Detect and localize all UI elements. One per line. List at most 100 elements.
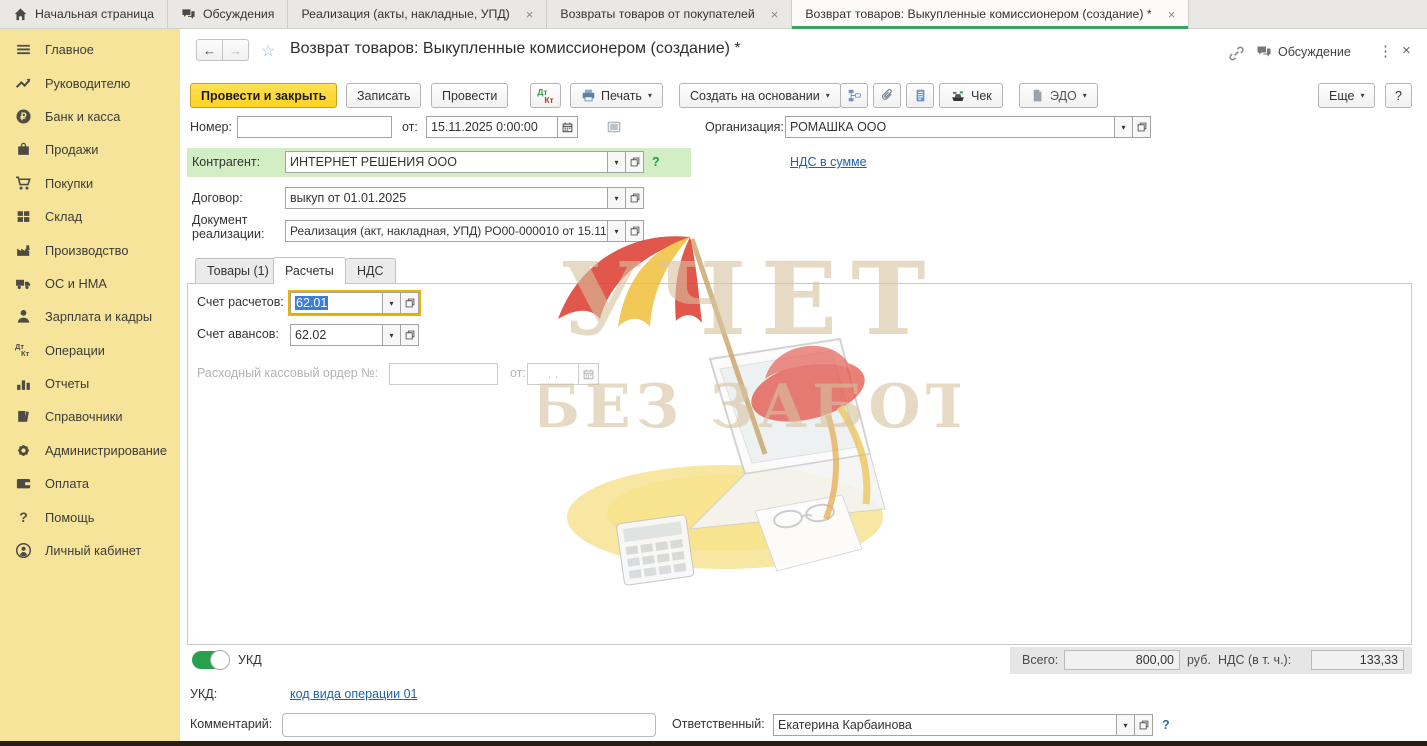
settlement-account-field[interactable]: 62.01 ▾ [290,292,419,314]
responsible-field[interactable]: Екатерина Карбаинова ▾ [773,714,1153,736]
chevron-down-icon[interactable]: ▾ [383,324,401,346]
sidebar-item-label: Справочники [45,409,123,424]
sidebar-item-salary-hr[interactable]: Зарплата и кадры [0,300,180,333]
calendar-icon[interactable] [558,116,578,138]
related-documents-button[interactable] [840,83,868,108]
total-label: Всего: [1022,649,1058,671]
chevron-down-icon: ▾ [826,91,830,100]
sidebar-item-os-nma[interactable]: ОС и НМА [0,267,180,300]
tab-label: Возвраты товаров от покупателей [560,7,754,21]
home-icon [13,7,28,22]
tab-vat[interactable]: НДС [345,258,396,283]
sidebar-item-label: Склад [45,209,82,224]
check-button[interactable]: Чек [939,83,1003,108]
open-icon[interactable] [1135,714,1153,736]
create-based-on-button[interactable]: Создать на основании▾ [679,83,841,108]
sidebar-item-reports[interactable]: Отчеты [0,367,180,400]
tab-realization[interactable]: Реализация (акты, накладные, УПД) × [288,0,547,28]
chevron-down-icon[interactable]: ▾ [608,151,626,173]
sidebar-item-manager[interactable]: Руководителю [0,66,180,99]
bag-icon [15,141,32,158]
print-button[interactable]: Печать▾ [570,83,663,108]
sidebar-item-label: Производство [45,243,128,258]
chevron-down-icon[interactable]: ▾ [1117,714,1135,736]
sidebar-item-purchases[interactable]: Покупки [0,167,180,200]
window-tab-bar: Начальная страница Обсуждения Реализация… [0,0,1427,29]
tab-return-document[interactable]: Возврат товаров: Выкупленные комиссионер… [792,0,1189,28]
vat-mode-link[interactable]: НДС в сумме [790,155,867,169]
favorite-star-icon[interactable]: ☆ [261,41,275,61]
organization-field[interactable]: РОМАШКА ООО ▾ [785,116,1151,138]
sidebar-item-label: Отчеты [45,376,89,391]
chevron-down-icon[interactable]: ▾ [608,187,626,209]
tab-goods[interactable]: Товары (1) [195,258,281,283]
wallet-icon [15,475,32,492]
attachments-button[interactable] [873,83,901,108]
sidebar-item-warehouse[interactable]: Склад [0,200,180,233]
sidebar-item-payment[interactable]: Оплата [0,467,180,500]
ukd-toggle[interactable] [192,651,228,669]
open-icon[interactable] [1133,116,1151,138]
register-button[interactable] [906,83,934,108]
advance-account-field[interactable]: 62.02 ▾ [290,324,419,346]
sidebar-item-label: Главное [45,42,94,57]
calendar-icon [579,363,599,385]
sidebar-item-personal-account[interactable]: Личный кабинет [0,534,180,567]
counterparty-field[interactable]: ИНТЕРНЕТ РЕШЕНИЯ ООО ▾ [285,151,644,173]
open-icon[interactable] [401,292,419,314]
number-field[interactable] [237,116,392,138]
kebab-menu-icon[interactable]: ⋮ [1378,42,1393,60]
settlement-account-label: Счет расчетов: [197,291,284,313]
tab-label: Возврат товаров: Выкупленные комиссионер… [805,7,1151,21]
sidebar-item-main[interactable]: Главное [0,33,180,66]
ukd-label: УКД: [190,683,217,705]
responsible-hint-icon[interactable]: ? [1162,714,1170,736]
save-button[interactable]: Записать [346,83,421,108]
counterparty-label: Контрагент: [192,148,260,177]
list-select-icon[interactable] [605,119,623,135]
edo-button[interactable]: ЭДО▾ [1019,83,1098,108]
tab-home[interactable]: Начальная страница [0,0,168,28]
forward-button[interactable]: → [222,39,249,61]
toggle-knob [210,650,230,670]
close-icon[interactable]: × [1402,42,1411,59]
tab-close-icon[interactable]: × [771,7,779,22]
tab-discussions[interactable]: Обсуждения [168,0,288,28]
dtkt-postings-button[interactable]: ДтКт [530,83,561,108]
realization-doc-label: Документ реализации: [192,213,264,241]
comment-field[interactable] [282,713,656,737]
discussion-label: Обсуждение [1278,45,1351,59]
operation-code-link[interactable]: код вида операции 01 [290,687,417,701]
realization-doc-field[interactable]: Реализация (акт, накладная, УПД) РО00-00… [285,220,644,242]
post-and-close-button[interactable]: Провести и закрыть [190,83,337,108]
sidebar-item-bank-cash[interactable]: Банк и касса [0,100,180,133]
post-button[interactable]: Провести [431,83,508,108]
open-icon[interactable] [401,324,419,346]
sidebar-item-administration[interactable]: Администрирование [0,434,180,467]
open-icon[interactable] [626,151,644,173]
chevron-down-icon[interactable]: ▾ [383,292,401,314]
tab-close-icon[interactable]: × [526,7,534,22]
sidebar-item-production[interactable]: Производство [0,233,180,266]
tab-close-icon[interactable]: × [1168,7,1176,22]
back-button[interactable]: ← [196,39,223,61]
help-button[interactable]: ? [1385,83,1412,108]
sidebar-item-sales[interactable]: Продажи [0,133,180,166]
open-icon[interactable] [626,220,644,242]
sidebar-item-help[interactable]: ?Помощь [0,500,180,533]
more-button[interactable]: Еще▾ [1318,83,1375,108]
link-icon[interactable] [1228,45,1245,62]
open-icon[interactable] [626,187,644,209]
chevron-down-icon[interactable]: ▾ [608,220,626,242]
cash-order-label: Расходный кассовый ордер №: [197,362,378,384]
discussion-button[interactable]: Обсуждение [1256,44,1351,60]
tab-returns-list[interactable]: Возвраты товаров от покупателей × [547,0,792,28]
chevron-down-icon[interactable]: ▾ [1115,116,1133,138]
counterparty-hint-icon[interactable]: ? [652,151,660,173]
person-icon [15,308,32,325]
date-field[interactable]: 15.11.2025 0:00:00 [426,116,578,138]
contract-field[interactable]: выкуп от 01.01.2025 ▾ [285,187,644,209]
sidebar-item-operations[interactable]: ДтКтОперации [0,334,180,367]
tab-settlements[interactable]: Расчеты [273,257,346,284]
sidebar-item-directories[interactable]: Справочники [0,400,180,433]
